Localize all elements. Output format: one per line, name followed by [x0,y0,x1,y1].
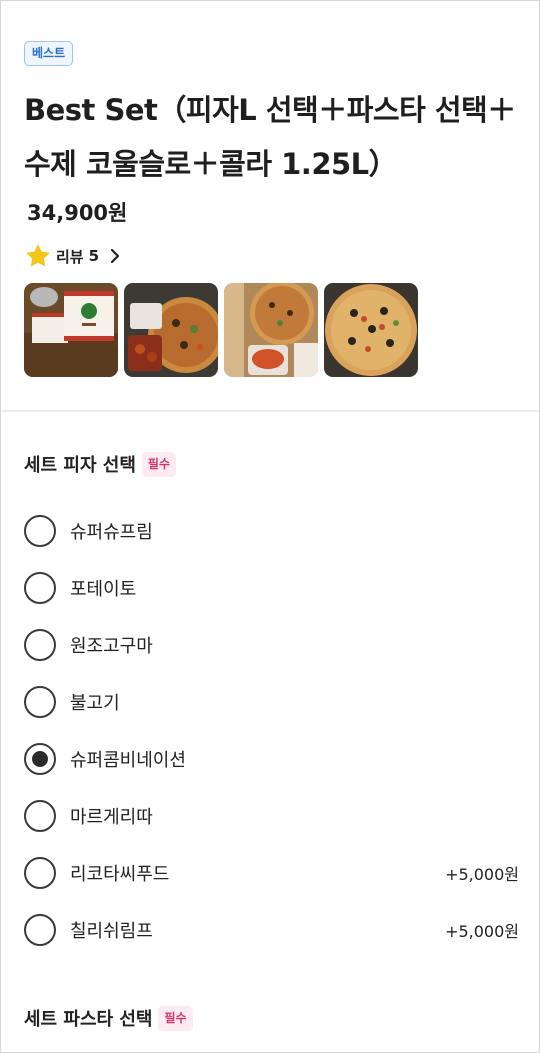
option-price: +5,000원 [445,922,519,941]
option-label: 칠리쉬림프 [70,921,153,942]
review-photo-2[interactable] [124,283,218,377]
review-label: 리뷰 [56,247,84,266]
option-original-sweet-potato[interactable]: 원조고구마 [24,625,519,665]
product-title: Best Set（피자L 선택＋파스타 선택＋수제 코울슬로＋콜라 1.25L） [24,93,516,181]
review-count: 5 [88,247,100,265]
option-label: 불고기 [70,693,120,714]
review-photo-list [24,283,418,377]
pizza-section-title: 세트 피자 선택 필수 [24,451,176,477]
option-ricotta-seafood[interactable]: 리코타씨푸드 +5,000원 [24,853,519,893]
radio-button[interactable] [24,515,56,547]
review-photo-4[interactable] [324,283,418,377]
option-label: 원조고구마 [70,636,153,657]
product-detail-page: 베스트 Best Set（피자L 선택＋파스타 선택＋수제 코울슬로＋콜라 1.… [0,0,540,1053]
review-photo-1[interactable] [24,283,118,377]
option-potato[interactable]: 포테이토 [24,568,519,608]
section-title-text: 세트 파스타 선택 [24,1009,153,1030]
review-photo-3[interactable] [224,283,318,377]
star-icon [26,244,50,267]
section-divider [1,410,539,412]
product-price: 34,900원 [27,201,128,225]
best-badge: 베스트 [24,41,74,66]
option-bulgogi[interactable]: 불고기 [24,682,519,722]
pasta-section-title: 세트 파스타 선택 필수 [24,1005,193,1031]
option-price: +5,000원 [445,865,519,884]
option-label: 슈퍼콤비네이션 [70,750,186,771]
chevron-right-icon [110,248,120,264]
radio-button[interactable] [24,800,56,832]
radio-button[interactable] [24,857,56,889]
option-label: 리코타씨푸드 [70,864,170,885]
option-label: 포테이토 [70,579,137,600]
option-label: 슈퍼슈프림 [70,522,153,543]
required-badge: 필수 [158,1005,193,1031]
option-super-supreme[interactable]: 슈퍼슈프림 [24,511,519,551]
radio-button[interactable] [24,914,56,946]
radio-button-selected[interactable] [24,743,56,775]
radio-button[interactable] [24,572,56,604]
option-chili-shrimp[interactable]: 칠리쉬림프 +5,000원 [24,910,519,950]
radio-button[interactable] [24,686,56,718]
section-title-text: 세트 피자 선택 [24,455,136,476]
required-badge: 필수 [141,451,176,477]
review-link[interactable]: 리뷰 5 [24,241,123,271]
option-label: 마르게리따 [70,807,153,828]
radio-button[interactable] [24,629,56,661]
option-margherita[interactable]: 마르게리따 [24,796,519,836]
option-super-combination[interactable]: 슈퍼콤비네이션 [24,739,519,779]
